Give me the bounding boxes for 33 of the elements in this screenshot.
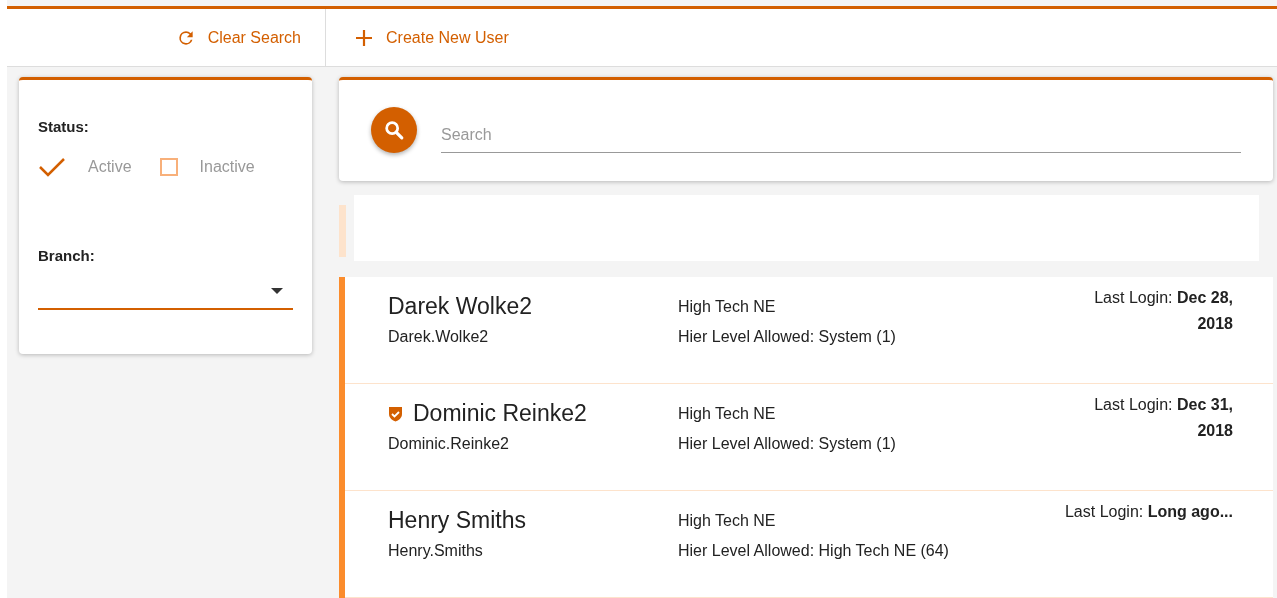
checkmark-icon[interactable] xyxy=(38,157,66,177)
create-user-button[interactable]: Create New User xyxy=(354,27,509,48)
hier-level-text: Hier Level Allowed: System (1) xyxy=(678,327,897,347)
last-login-text: Last Login: Dec 28, 2018 xyxy=(1093,288,1233,334)
checkbox[interactable] xyxy=(159,158,178,176)
user-name: Darek Wolke2 xyxy=(388,293,533,320)
search-field[interactable]: Search xyxy=(441,117,1241,153)
search-bar[interactable]: Search xyxy=(339,77,1273,181)
last-login-text: Last Login: Dec 31, 2018 xyxy=(1093,395,1233,441)
last-login-text: Last Login: Long ago... xyxy=(1063,502,1233,522)
hier-level-text: Hier Level Allowed: High Tech NE (64) xyxy=(678,541,950,561)
branch-label: Branch: xyxy=(38,247,96,264)
search-button[interactable] xyxy=(371,107,417,154)
user-row[interactable]: Dominic Reinke2 Dominic.Reinke2 High Tech NE Hier Level Allowed: System (1) Last Login: Dec 31, 2018 xyxy=(345,384,1273,491)
username: Dominic.Reinke2 xyxy=(388,435,510,453)
branch-text: High Tech NE xyxy=(678,511,777,531)
branch-text: High Tech NE xyxy=(678,297,777,317)
clear-search-button[interactable]: Clear Search xyxy=(175,27,301,48)
status-option-label: Inactive xyxy=(199,158,255,176)
status-label: Status: xyxy=(38,118,90,135)
username: Henry.Smiths xyxy=(388,542,484,560)
status-option-label: Active xyxy=(88,158,132,176)
user-name: Henry Smiths xyxy=(388,507,527,534)
user-row[interactable]: Darek Wolke2 Darek.Wolke2 High Tech NE Hier Level Allowed: System (1) Last Login: Dec 28, 2018 xyxy=(345,277,1273,384)
dropdown-caret-icon xyxy=(271,288,283,294)
plus-icon xyxy=(354,27,374,48)
hier-level-text: Hier Level Allowed: System (1) xyxy=(678,434,897,454)
user-row[interactable]: Henry Smiths Henry.Smiths High Tech NE Hier Level Allowed: High Tech NE (64) Last Login: Long ago... xyxy=(345,491,1273,598)
accent-bar xyxy=(339,204,346,257)
user-name: Dominic Reinke2 xyxy=(413,400,587,427)
search-icon xyxy=(383,119,405,142)
branch-text: High Tech NE xyxy=(678,404,777,424)
username: Darek.Wolke2 xyxy=(388,328,490,346)
